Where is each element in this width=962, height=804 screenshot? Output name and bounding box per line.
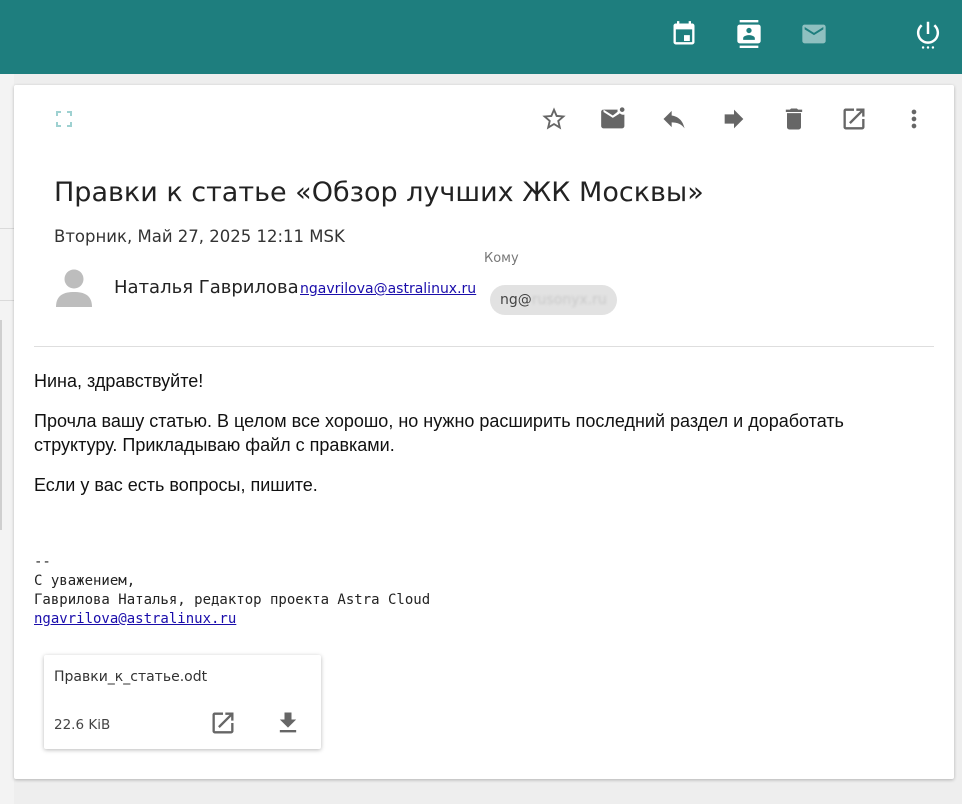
body-paragraph: Прочла вашу статью. В целом все хорошо, … (34, 411, 844, 455)
delete-icon[interactable] (778, 103, 810, 135)
header-divider (34, 346, 934, 347)
message-subject: Правки к статье «Обзор лучших ЖК Москвы» (54, 177, 704, 208)
attachment-size: 22.6 KiB (54, 717, 111, 733)
signature-email-link[interactable]: ngavrilova@astralinux.ru (34, 611, 236, 627)
signature-line: Гаврилова Наталья, редактор проекта Astr… (34, 592, 431, 608)
body-paragraph: Если у вас есть вопросы, пишите. (34, 475, 318, 495)
power-icon[interactable] (912, 18, 944, 50)
signature: -- С уважением, Гаврилова Наталья, редакто… (34, 553, 734, 629)
recipient-chip[interactable]: ng@ rusonyx.ru (490, 285, 617, 315)
body-paragraph: Нина, здравствуйте! (34, 371, 204, 391)
message-body: Нина, здравствуйте! Прочла вашу статью. … (34, 369, 914, 513)
message-view: Правки к статье «Обзор лучших ЖК Москвы»… (14, 85, 954, 779)
recipient-blurred: rusonyx.ru (531, 292, 607, 308)
signature-separator: -- (34, 554, 51, 570)
sender-name: Наталья Гаврилова (114, 277, 299, 298)
calendar-icon[interactable] (668, 18, 700, 50)
signature-greeting: С уважением, (34, 573, 136, 589)
open-external-icon[interactable] (209, 709, 237, 737)
attachment-name: Правки_к_статье.odt (54, 669, 208, 685)
attachment-card[interactable]: Правки_к_статье.odt 22.6 KiB (44, 655, 321, 749)
sender-avatar (54, 267, 94, 309)
top-bar (0, 0, 962, 74)
download-icon[interactable] (274, 709, 302, 737)
contacts-icon[interactable] (733, 18, 765, 50)
sender-email-link[interactable]: ngavrilova@astralinux.ru (300, 281, 476, 297)
forward-icon[interactable] (718, 103, 750, 135)
to-label: Кому (484, 251, 519, 266)
message-date: Вторник, Май 27, 2025 12:11 MSK (54, 227, 345, 246)
recipient-visible: ng@ (500, 292, 532, 308)
mark-unread-icon[interactable] (598, 103, 630, 135)
reply-icon[interactable] (658, 103, 690, 135)
fullscreen-icon[interactable] (48, 103, 80, 135)
mail-icon[interactable] (798, 18, 830, 50)
star-icon[interactable] (538, 103, 570, 135)
open-external-icon[interactable] (838, 103, 870, 135)
more-vert-icon[interactable] (898, 103, 930, 135)
left-panel-edge (0, 74, 14, 804)
